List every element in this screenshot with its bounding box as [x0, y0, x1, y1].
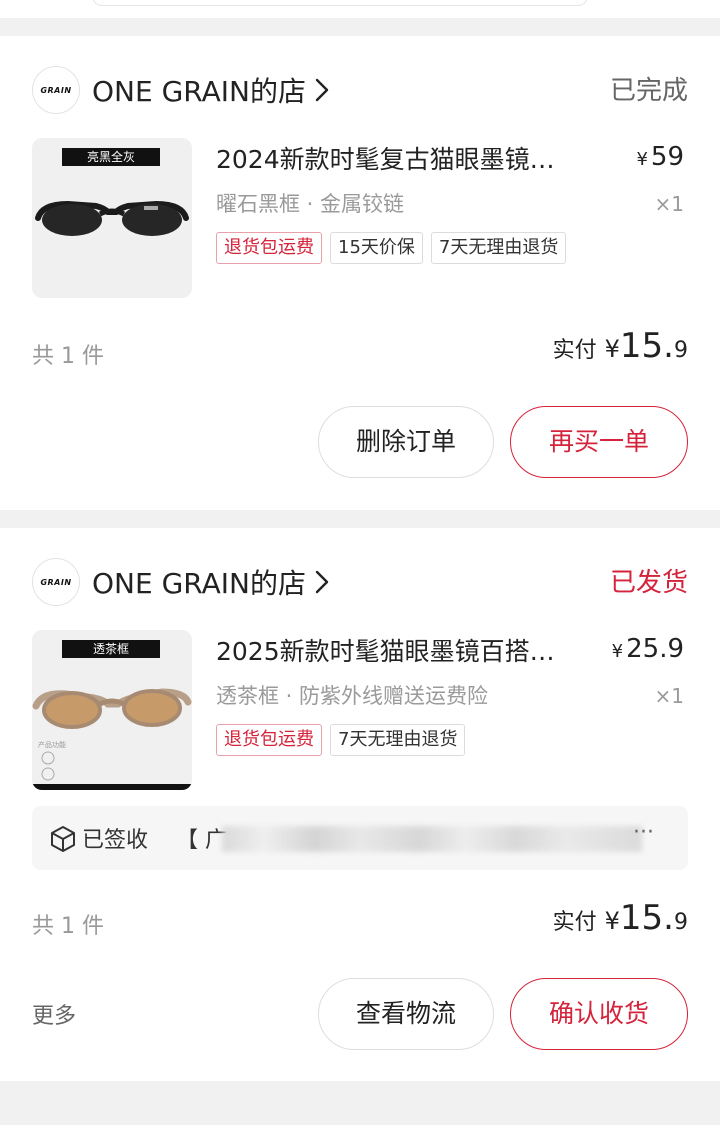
search-bar-edge — [92, 0, 588, 6]
order-card[interactable]: GRAIN ONE GRAIN的店 已完成 亮黑全灰 2024新款时髦复古猫眼墨… — [0, 36, 720, 510]
chevron-right-icon — [314, 76, 334, 104]
more-dots-icon: ··· — [633, 820, 654, 845]
product-quantity: ×1 — [654, 192, 684, 216]
shop-name: ONE GRAIN的店 — [92, 75, 306, 108]
tag-7-day-return: 7天无理由退货 — [330, 724, 466, 756]
feature-icons — [41, 751, 55, 781]
thumbnail-footer-bar — [32, 784, 192, 790]
order-status: 已发货 — [609, 568, 688, 598]
product-quantity: ×1 — [654, 684, 684, 708]
confirm-receipt-button[interactable]: 确认收货 — [510, 978, 688, 1050]
tag-free-return-shipping: 退货包运费 — [216, 232, 322, 264]
shop-link[interactable]: GRAIN ONE GRAIN的店 — [32, 558, 334, 606]
service-tags: 退货包运费 15天价保 7天无理由退货 — [216, 232, 567, 264]
chevron-right-icon — [314, 568, 334, 596]
order-card[interactable]: GRAIN ONE GRAIN的店 已发货 透茶框 产品功能 2025新款时髦猫… — [0, 528, 720, 1081]
delete-order-button[interactable]: 删除订单 — [318, 406, 494, 478]
shop-name: ONE GRAIN的店 — [92, 567, 306, 600]
product-spec: 透茶框 · 防紫外线赠送运费险 — [216, 684, 489, 708]
thumbnail-label: 亮黑全灰 — [62, 148, 160, 166]
shop-logo: GRAIN — [32, 558, 80, 606]
package-icon — [51, 826, 75, 852]
tag-7-day-return: 7天无理由退货 — [430, 232, 567, 264]
thumbnail-label: 透茶框 — [62, 640, 160, 658]
sunglasses-image — [35, 200, 189, 236]
product-price: ¥59 — [636, 142, 684, 172]
product-thumbnail[interactable]: 透茶框 产品功能 — [32, 630, 192, 790]
logistics-summary[interactable]: 已签收 【 广 ··· — [32, 806, 688, 870]
product-price: ¥25.9 — [611, 634, 684, 664]
order-status: 已完成 — [609, 76, 688, 106]
thumbnail-caption: 产品功能 — [38, 741, 66, 749]
product-spec: 曜石黑框 · 金属铰链 — [216, 192, 405, 216]
more-link[interactable]: 更多 — [32, 998, 76, 1030]
blurred-address — [222, 826, 642, 852]
product-title[interactable]: 2024新款时髦复古猫眼墨镜… — [216, 140, 586, 176]
item-count: 共 1 件 — [32, 914, 104, 939]
shop-link[interactable]: GRAIN ONE GRAIN的店 — [32, 66, 334, 114]
buy-again-button[interactable]: 再买一单 — [510, 406, 688, 478]
delivery-status: 已签收 — [82, 828, 149, 853]
tag-price-protection: 15天价保 — [330, 232, 423, 264]
tag-free-return-shipping: 退货包运费 — [216, 724, 322, 756]
previous-card-edge — [0, 0, 720, 18]
service-tags: 退货包运费 7天无理由退货 — [216, 724, 466, 756]
product-title[interactable]: 2025新款时髦猫眼墨镜百搭… — [216, 632, 586, 668]
track-shipment-button[interactable]: 查看物流 — [318, 978, 494, 1050]
product-thumbnail[interactable]: 亮黑全灰 — [32, 138, 192, 298]
paid-amount: 实付 ¥15.9 — [552, 898, 688, 938]
paid-amount: 实付 ¥15.9 — [552, 326, 688, 366]
delivery-address-prefix: 【 广 — [176, 828, 227, 853]
shop-logo: GRAIN — [32, 66, 80, 114]
item-count: 共 1 件 — [32, 344, 104, 369]
